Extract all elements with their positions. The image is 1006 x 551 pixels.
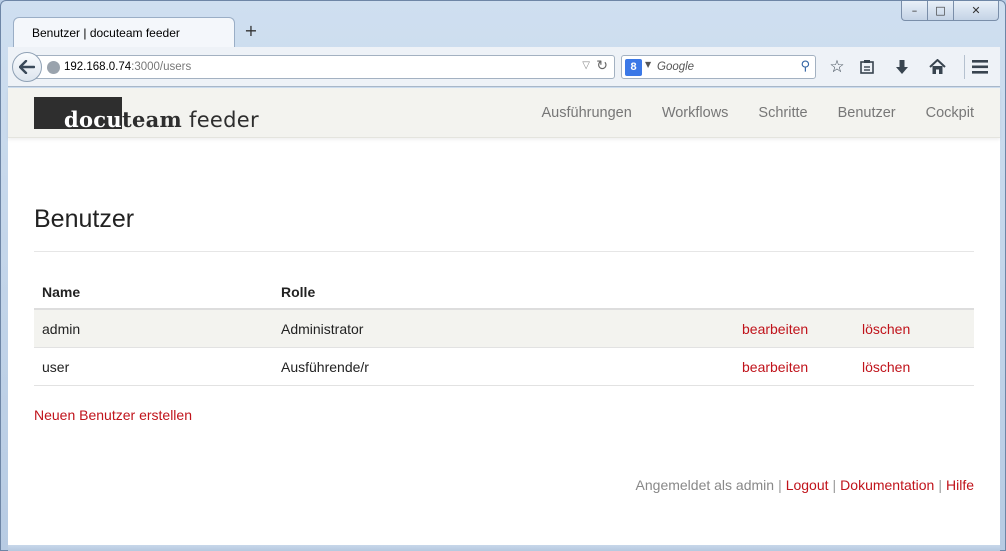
nav-ausfuehrungen[interactable]: Ausführungen	[542, 105, 632, 121]
edit-user-link[interactable]: bearbeiten	[742, 359, 808, 375]
user-name: admin	[42, 321, 81, 337]
search-placeholder: Google	[657, 61, 695, 73]
site-navbar: docuteam feeder Ausführungen Workflows S…	[8, 88, 1000, 138]
logo-team: team	[121, 107, 183, 132]
documentation-link[interactable]: Dokumentation	[840, 477, 934, 493]
search-icon[interactable]: ⚲	[800, 59, 810, 74]
back-button[interactable]	[12, 52, 42, 82]
logo-text: docuteam feeder	[64, 107, 259, 132]
download-glyph	[896, 60, 908, 74]
nav-schritte[interactable]: Schritte	[758, 105, 807, 121]
minimize-icon: –	[911, 4, 918, 17]
toolbar-separator	[964, 55, 965, 79]
home-icon[interactable]	[926, 56, 948, 78]
nav-cockpit[interactable]: Cockpit	[926, 105, 974, 121]
window-caption-buttons: – □ ✕	[901, 1, 999, 21]
footer-separator: |	[778, 477, 782, 493]
reading-list-icon[interactable]	[856, 56, 878, 78]
nav-workflows[interactable]: Workflows	[662, 105, 729, 121]
footer-separator: |	[938, 477, 942, 493]
maximize-icon: □	[935, 4, 946, 17]
user-name: user	[42, 359, 70, 375]
logo-docu: docu	[64, 107, 122, 132]
delete-user-link[interactable]: löschen	[862, 359, 910, 375]
back-arrow-icon	[19, 60, 35, 74]
globe-icon	[47, 61, 60, 74]
clipboard-glyph	[860, 60, 874, 74]
star-icon[interactable]: ☆	[826, 56, 848, 78]
site-nav: Ausführungen Workflows Schritte Benutzer…	[512, 88, 974, 138]
search-bar[interactable]: 8 ▼ Google ⚲	[621, 55, 816, 79]
page-title: Benutzer	[34, 205, 135, 233]
window-bottom-edge	[8, 545, 1000, 551]
url-path: :3000/users	[131, 61, 192, 73]
new-user-link[interactable]: Neuen Benutzer erstellen	[34, 407, 192, 423]
tab-title: Benutzer | docuteam feeder	[32, 26, 180, 40]
close-button[interactable]: ✕	[954, 1, 999, 21]
user-role: Ausführende/r	[281, 359, 369, 375]
menu-icon[interactable]	[969, 56, 991, 78]
minimize-button[interactable]: –	[901, 1, 928, 21]
help-link[interactable]: Hilfe	[946, 477, 974, 493]
column-header-role: Rolle	[281, 284, 316, 300]
footer-separator: |	[832, 477, 837, 493]
column-header-name: Name	[42, 284, 81, 300]
edit-user-link[interactable]: bearbeiten	[742, 321, 808, 337]
google-icon[interactable]: 8	[625, 59, 642, 76]
table-row: admin Administrator bearbeiten löschen	[34, 310, 974, 348]
users-table: Name Rolle admin Administrator bearbeite…	[34, 272, 974, 386]
maximize-button[interactable]: □	[928, 1, 954, 21]
navigation-toolbar: 192.168.0.74:3000/users ▽ ↻ 8 ▼ Google ⚲…	[8, 47, 1000, 87]
logged-in-text: Angemeldet als admin	[635, 477, 775, 493]
close-icon: ✕	[971, 4, 981, 17]
search-engine-dropdown-icon[interactable]: ▼	[645, 60, 651, 69]
nav-benutzer[interactable]: Benutzer	[838, 105, 896, 121]
plus-icon[interactable]: +	[243, 23, 259, 39]
download-icon[interactable]	[891, 56, 913, 78]
page-viewport: docuteam feeder Ausführungen Workflows S…	[8, 88, 1000, 545]
logo-feeder: feeder	[182, 108, 259, 132]
user-role: Administrator	[281, 321, 364, 337]
reload-icon[interactable]: ↻	[596, 58, 608, 74]
browser-tab[interactable]: Benutzer | docuteam feeder	[13, 17, 235, 47]
hamburger-glyph	[972, 60, 988, 74]
url-host: 192.168.0.74	[64, 61, 132, 73]
house-glyph	[928, 58, 946, 74]
title-divider	[34, 251, 974, 252]
delete-user-link[interactable]: löschen	[862, 321, 910, 337]
url-text[interactable]: 192.168.0.74:3000/users	[64, 61, 191, 73]
url-bar[interactable]: 192.168.0.74:3000/users ▽ ↻	[35, 55, 615, 79]
dropdown-arrow-icon[interactable]: ▽	[582, 60, 590, 71]
logout-link[interactable]: Logout	[786, 477, 829, 493]
footer: Angemeldet als admin | Logout | Dokumentatio…	[636, 477, 974, 493]
site-logo[interactable]: docuteam feeder	[34, 97, 259, 132]
table-header: Name Rolle	[34, 272, 974, 310]
table-row: user Ausführende/r bearbeiten löschen	[34, 348, 974, 386]
browser-window: – □ ✕ Benutzer | docuteam feeder + 192.1…	[0, 0, 1006, 551]
